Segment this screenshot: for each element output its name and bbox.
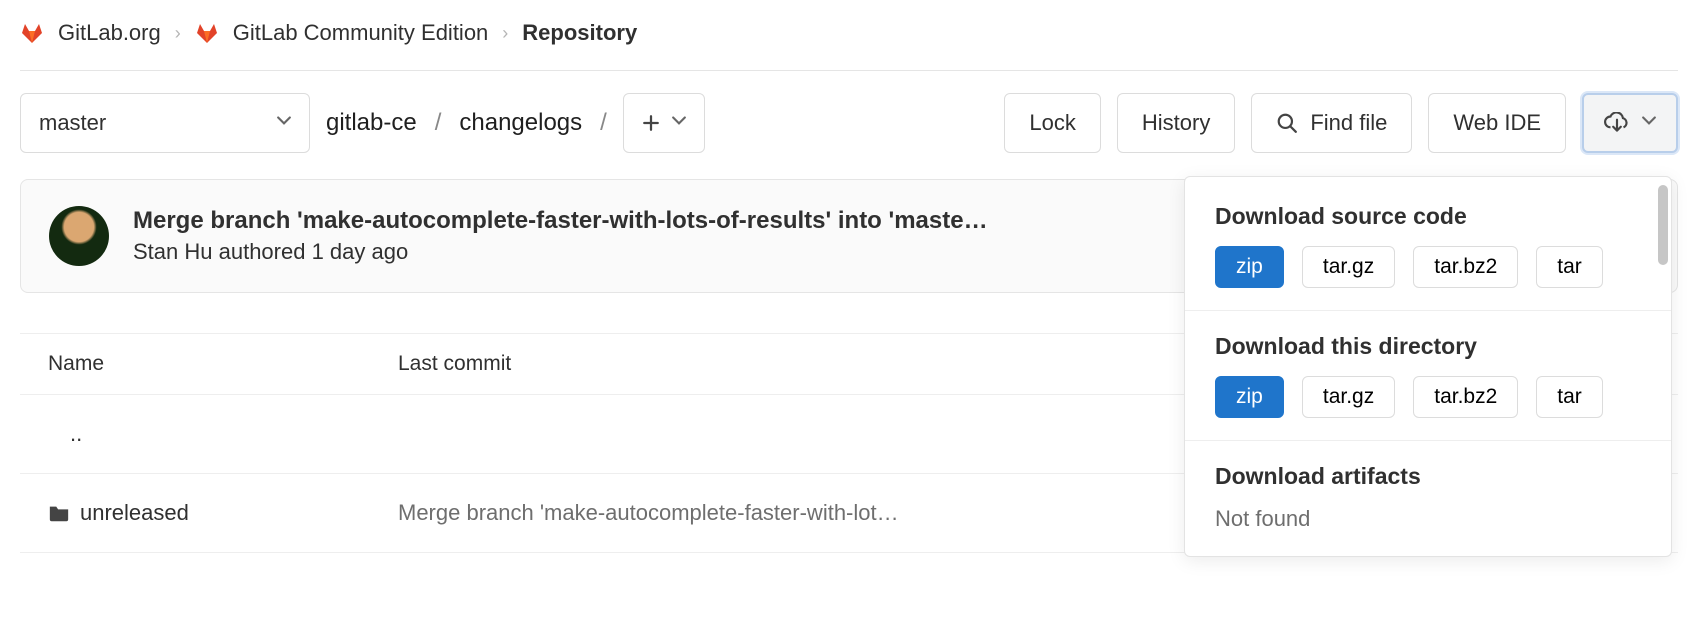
breadcrumb-org[interactable]: GitLab.org bbox=[58, 20, 161, 46]
breadcrumb-current: Repository bbox=[522, 20, 637, 46]
download-dir-targz[interactable]: tar.gz bbox=[1302, 376, 1395, 418]
slash-sep: / bbox=[600, 109, 607, 137]
chevron-right-icon: › bbox=[502, 23, 508, 44]
lock-button[interactable]: Lock bbox=[1004, 93, 1100, 153]
up-dir: .. bbox=[48, 421, 398, 447]
download-dir-zip[interactable]: zip bbox=[1215, 376, 1284, 418]
download-dropdown-panel: Download source code zip tar.gz tar.bz2 … bbox=[1184, 176, 1672, 557]
file-name: unreleased bbox=[80, 500, 189, 526]
download-src-tar[interactable]: tar bbox=[1536, 246, 1603, 288]
download-src-zip[interactable]: zip bbox=[1215, 246, 1284, 288]
folder-icon bbox=[48, 503, 70, 523]
avatar[interactable] bbox=[49, 206, 109, 266]
col-name-header: Name bbox=[48, 352, 398, 376]
chevron-right-icon: › bbox=[175, 23, 181, 44]
find-file-button[interactable]: Find file bbox=[1251, 93, 1412, 153]
download-dropdown-button[interactable] bbox=[1582, 93, 1678, 153]
chevron-down-icon bbox=[277, 116, 291, 130]
repo-toolbar: master gitlab-ce / changelogs / Lock His… bbox=[20, 93, 1678, 153]
download-dir-tarbz2[interactable]: tar.bz2 bbox=[1413, 376, 1518, 418]
breadcrumb-project[interactable]: GitLab Community Edition bbox=[233, 20, 489, 46]
plus-icon bbox=[642, 114, 660, 132]
download-src-tarbz2[interactable]: tar.bz2 bbox=[1413, 246, 1518, 288]
cloud-download-icon bbox=[1604, 112, 1630, 134]
path-dir[interactable]: changelogs bbox=[459, 109, 582, 137]
branch-select[interactable]: master bbox=[20, 93, 310, 153]
gitlab-logo-icon bbox=[195, 21, 219, 45]
download-src-targz[interactable]: tar.gz bbox=[1302, 246, 1395, 288]
download-artifacts-heading: Download artifacts bbox=[1185, 463, 1671, 506]
history-button[interactable]: History bbox=[1117, 93, 1235, 153]
branch-name: master bbox=[39, 110, 106, 136]
slash-sep: / bbox=[435, 109, 442, 137]
breadcrumb: GitLab.org › GitLab Community Edition › … bbox=[20, 0, 1678, 71]
chevron-down-icon bbox=[672, 116, 686, 130]
download-dir-heading: Download this directory bbox=[1185, 333, 1671, 376]
commit-author-line: Stan Hu authored 1 day ago bbox=[133, 239, 988, 265]
search-icon bbox=[1276, 112, 1298, 134]
path-root[interactable]: gitlab-ce bbox=[326, 109, 417, 137]
gitlab-logo-icon bbox=[20, 21, 44, 45]
commit-title[interactable]: Merge branch 'make-autocomplete-faster-w… bbox=[133, 207, 988, 235]
web-ide-button[interactable]: Web IDE bbox=[1428, 93, 1566, 153]
path-bar: gitlab-ce / changelogs / bbox=[326, 109, 607, 137]
scrollbar-thumb[interactable] bbox=[1658, 185, 1668, 265]
download-dir-tar[interactable]: tar bbox=[1536, 376, 1603, 418]
add-dropdown-button[interactable] bbox=[623, 93, 705, 153]
chevron-down-icon bbox=[1642, 116, 1656, 130]
find-file-label: Find file bbox=[1310, 110, 1387, 136]
artifacts-notfound: Not found bbox=[1185, 506, 1671, 532]
download-source-heading: Download source code bbox=[1185, 203, 1671, 246]
